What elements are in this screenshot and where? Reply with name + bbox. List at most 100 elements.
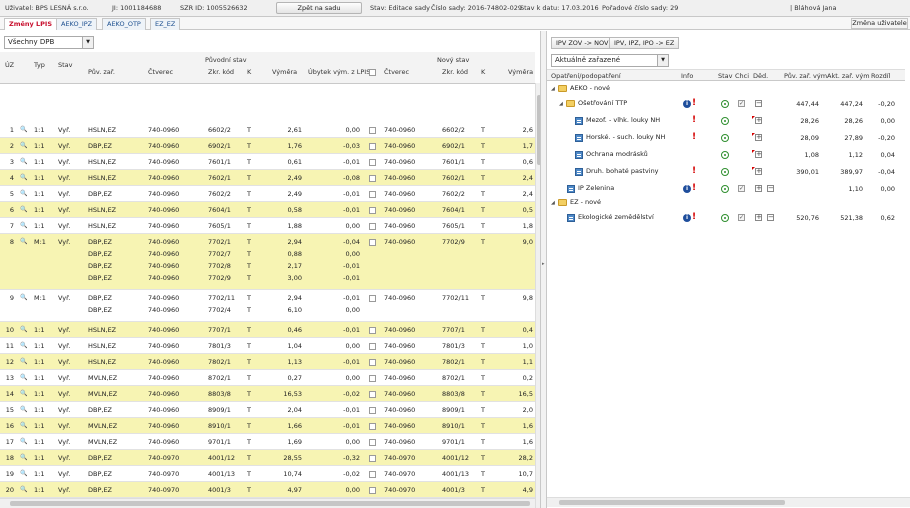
warning-icon[interactable]: ! (692, 184, 696, 193)
row-checkbox[interactable] (369, 423, 376, 430)
table-row[interactable]: 5 🔍 1:1 Vyř. DBP,EZ 740-0960 7602/2 T 2,49 -0,01 7… (0, 186, 535, 202)
chevron-down-icon[interactable]: ▼ (82, 37, 93, 48)
info-icon[interactable]: i (683, 214, 691, 222)
col-ctverec[interactable]: Čtverec (148, 68, 173, 76)
ipv-zov-nov-button[interactable]: IPV ZOV -> NOV (551, 37, 614, 49)
row-checkbox[interactable] (369, 191, 376, 198)
magnifier-icon[interactable]: 🔍 (20, 124, 27, 136)
splitter-handle-icon[interactable]: ▸ (542, 261, 545, 267)
dpb-filter-select[interactable]: Všechny DPB ▼ (4, 36, 94, 49)
measure-filter-select[interactable]: Aktuálně zařazené ▼ (551, 54, 669, 67)
row-checkbox[interactable] (369, 159, 376, 166)
table-row[interactable]: 9 🔍 M:1 Vyř. DBP,EZ 740-0960 7702/11 T 2,94 -0,01… (0, 290, 535, 322)
table-row[interactable]: 20 🔍 1:1 Vyř. DBP,EZ 740-0970 4001/3 T 4,97 0,00 7… (0, 482, 535, 498)
tab-ez-ez[interactable]: EZ_EZ (150, 18, 181, 30)
tree-row[interactable]: Mezof. - vlhk. louky NH! +28,26 28,26 0,00 (547, 112, 905, 129)
table-row[interactable]: 1 🔍 1:1 Vyř. HSLN,EZ 740-0960 6602/2 T 2,61 0,00 7… (0, 122, 535, 138)
magnifier-icon[interactable]: 🔍 (20, 340, 27, 352)
col-opatreni[interactable]: Opatření/podopatření (551, 72, 621, 80)
row-checkbox[interactable] (369, 487, 376, 494)
col-stav[interactable]: Stav (58, 61, 73, 69)
magnifier-icon[interactable]: 🔍 (20, 404, 27, 416)
tree-row[interactable]: ◢ Ošetřování TTP i! ✓ − 447,44 447,24 -0,20 (547, 95, 905, 112)
table-row[interactable]: 11 🔍 1:1 Vyř. HSLN,EZ 740-0960 7801/3 T 1,04 0,00… (0, 338, 535, 354)
col-uz[interactable]: ÚZ (5, 61, 14, 69)
magnifier-icon[interactable]: 🔍 (20, 484, 27, 496)
tab-aeko-ipz[interactable]: AEKO_IPZ (56, 18, 98, 30)
expand-plus-icon[interactable]: + (755, 117, 762, 124)
col-chci[interactable]: Chci (735, 72, 749, 80)
expand-plus-icon[interactable]: + (755, 134, 762, 141)
col-k[interactable]: K (247, 68, 251, 76)
table-row[interactable]: 15 🔍 1:1 Vyř. DBP,EZ 740-0960 8909/1 T 2,04 -0,01… (0, 402, 535, 418)
row-checkbox[interactable] (369, 175, 376, 182)
collapse-minus-icon[interactable]: − (767, 214, 774, 221)
warning-icon[interactable]: ! (692, 213, 696, 222)
warning-icon[interactable]: ! (692, 99, 696, 108)
tree-row[interactable]: Ochrana modrásků +1,08 1,12 0,04 (547, 146, 905, 163)
magnifier-icon[interactable]: 🔍 (20, 420, 27, 432)
expand-plus-icon[interactable]: + (755, 214, 762, 221)
magnifier-icon[interactable]: 🔍 (20, 236, 27, 248)
row-checkbox[interactable] (369, 439, 376, 446)
table-row[interactable]: 19 🔍 1:1 Vyř. DBP,EZ 740-0970 4001/13 T 10,74 -0,… (0, 466, 535, 482)
magnifier-icon[interactable]: 🔍 (20, 156, 27, 168)
col-stav[interactable]: Stav (718, 72, 733, 80)
col-akt-vym[interactable]: Akt. zař. vým (827, 72, 870, 80)
magnifier-icon[interactable]: 🔍 (20, 220, 27, 232)
row-checkbox[interactable] (369, 143, 376, 150)
collapse-minus-icon[interactable]: − (755, 100, 762, 107)
table-row[interactable]: 6 🔍 1:1 Vyř. HSLN,EZ 740-0960 7604/1 T 0,58 -0,01… (0, 202, 535, 218)
col-ubytek[interactable]: Úbytek vým. z LPIS (308, 68, 370, 76)
row-checkbox[interactable] (369, 359, 376, 366)
row-checkbox[interactable] (369, 407, 376, 414)
col-ctverec-new[interactable]: Čtverec (384, 68, 409, 76)
col-k-new[interactable]: K (481, 68, 485, 76)
col-rozdil[interactable]: Rozdíl (871, 72, 890, 80)
expand-plus-icon[interactable]: + (755, 168, 762, 175)
magnifier-icon[interactable]: 🔍 (20, 204, 27, 216)
horizontal-scrollbar[interactable] (0, 498, 535, 508)
row-checkbox[interactable] (369, 239, 376, 246)
row-checkbox[interactable] (369, 127, 376, 134)
row-checkbox[interactable] (369, 295, 376, 302)
row-checkbox[interactable] (369, 327, 376, 334)
expand-triangle-icon[interactable]: ◢ (551, 86, 555, 92)
col-puv-zar[interactable]: Pův. zař. (88, 68, 115, 76)
col-zkr-kod-new[interactable]: Zkr. kód (442, 68, 468, 76)
warning-icon[interactable]: ! (692, 116, 696, 125)
want-checkbox[interactable]: ✓ (738, 214, 745, 221)
magnifier-icon[interactable]: 🔍 (20, 372, 27, 384)
warning-icon[interactable]: ! (692, 167, 696, 176)
scroll-thumb[interactable] (559, 500, 785, 505)
table-row[interactable]: 14 🔍 1:1 Vyř. MVLN,EZ 740-0960 8803/8 T 16,53 -0,… (0, 386, 535, 402)
row-checkbox[interactable] (369, 343, 376, 350)
back-to-set-button[interactable]: Zpět na sadu (276, 2, 362, 14)
tab-zmeny-lpis[interactable]: Změny LPIS (4, 18, 58, 30)
col-info[interactable]: Info (681, 72, 693, 80)
collapse-minus-icon[interactable]: − (767, 185, 774, 192)
col-puv-vym[interactable]: Pův. zař. vým (784, 72, 827, 80)
table-row[interactable]: 3 🔍 1:1 Vyř. HSLN,EZ 740-0960 7601/1 T 0,61 -0,01… (0, 154, 535, 170)
magnifier-icon[interactable]: 🔍 (20, 388, 27, 400)
scroll-thumb[interactable] (10, 501, 530, 506)
table-row[interactable]: 18 🔍 1:1 Vyř. DBP,EZ 740-0970 4001/12 T 28,55 -0,… (0, 450, 535, 466)
magnifier-icon[interactable]: 🔍 (20, 292, 27, 304)
expand-triangle-icon[interactable]: ◢ (559, 101, 563, 107)
table-row[interactable]: 10 🔍 1:1 Vyř. HSLN,EZ 740-0960 7707/1 T 0,46 -0,0… (0, 322, 535, 338)
want-checkbox[interactable]: ✓ (738, 100, 745, 107)
col-zkr-kod[interactable]: Zkr. kód (208, 68, 234, 76)
row-checkbox[interactable] (369, 375, 376, 382)
expand-triangle-icon[interactable]: ◢ (551, 200, 555, 206)
magnifier-icon[interactable]: 🔍 (20, 468, 27, 480)
tree-row[interactable]: ◢ EZ - nové (547, 197, 905, 209)
table-row[interactable]: 8 🔍 M:1 Vyř. DBP,EZ 740-0960 7702/1 T 2,94 -0,04 D… (0, 234, 535, 290)
tree-row[interactable]: Ekologické zemědělství i! ✓ + − 520,76 521,38 0… (547, 209, 905, 226)
row-checkbox[interactable] (369, 471, 376, 478)
table-row[interactable]: 4 🔍 1:1 Vyř. HSLN,EZ 740-0960 7602/1 T 2,49 -0,08… (0, 170, 535, 186)
info-icon[interactable]: i (683, 185, 691, 193)
col-ded[interactable]: Děd. (753, 72, 768, 80)
magnifier-icon[interactable]: 🔍 (20, 188, 27, 200)
ipv-ipz-ipo-ez-button[interactable]: IPV, IPZ, IPO -> EZ (609, 37, 680, 49)
magnifier-icon[interactable]: 🔍 (20, 356, 27, 368)
